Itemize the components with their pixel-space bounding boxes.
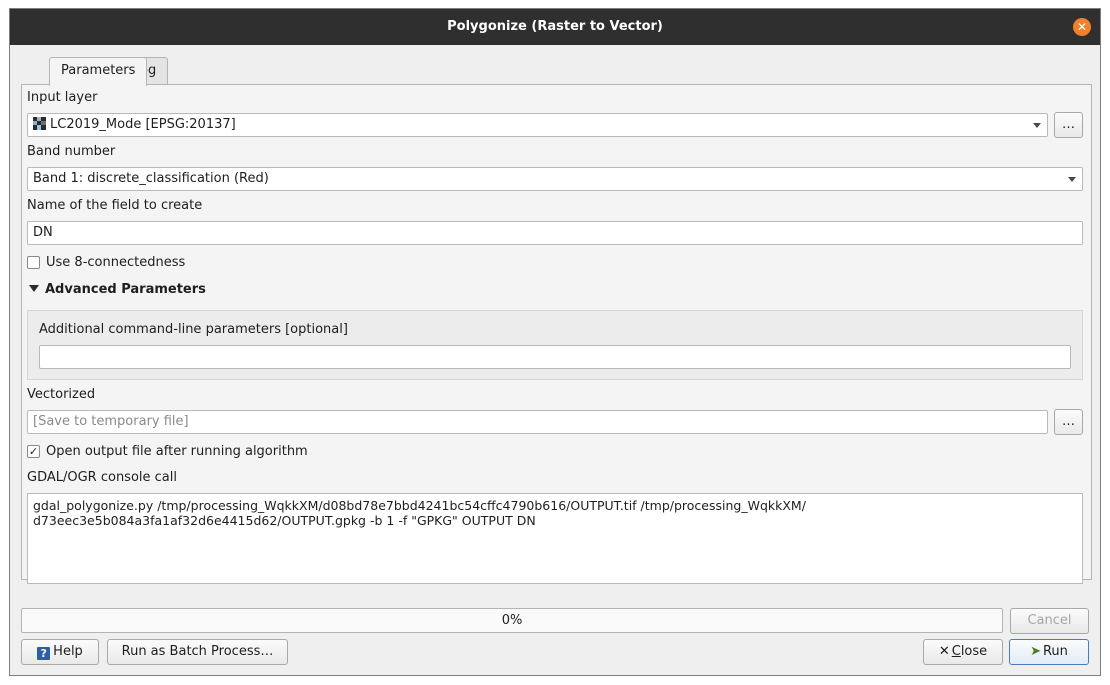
field-name-input[interactable]: DN (27, 221, 1083, 245)
tab-parameters[interactable]: Parameters (49, 57, 148, 86)
parameters-panel: Input layer LC2019_Mode [EPSG:20137] … B… (21, 84, 1092, 584)
vectorized-output-input[interactable]: [Save to temporary file] (27, 410, 1048, 434)
help-button-label: Help (53, 644, 83, 659)
console-call-textarea[interactable]: gdal_polygonize.py /tmp/processing_WqkkX… (27, 493, 1083, 584)
close-window-icon[interactable]: ✕ (1073, 18, 1091, 36)
triangle-down-icon (29, 285, 39, 292)
close-button-mnemonic: C (951, 644, 961, 659)
cancel-button[interactable]: Cancel (1010, 608, 1089, 634)
vectorized-browse-button[interactable]: … (1054, 409, 1083, 435)
advanced-parameters-toggle[interactable]: Advanced Parameters (29, 282, 206, 297)
window-title: Polygonize (Raster to Vector) (447, 19, 663, 34)
input-layer-label: Input layer (27, 90, 98, 105)
extra-params-input[interactable] (39, 345, 1071, 369)
open-output-checkbox[interactable]: ✓ (27, 445, 40, 458)
connectedness-checkbox[interactable] (27, 256, 40, 269)
progress-bar: 0% (21, 608, 1003, 633)
close-icon: ✕ (938, 644, 950, 659)
help-button[interactable]: ? Help (21, 639, 99, 665)
console-line-1: gdal_polygonize.py /tmp/processing_WqkkX… (33, 498, 806, 513)
run-icon: ➤ (1030, 644, 1041, 659)
dialog-window: Polygonize (Raster to Vector) ✕ Paramete… (9, 8, 1101, 676)
advanced-parameters-group: Additional command-line parameters [opti… (27, 310, 1083, 380)
input-layer-browse-button[interactable]: … (1054, 112, 1083, 138)
close-button[interactable]: ✕ Close (923, 639, 1003, 665)
input-layer-value: LC2019_Mode [EPSG:20137] (50, 117, 236, 132)
extra-params-label: Additional command-line parameters [opti… (39, 322, 348, 337)
title-bar: Polygonize (Raster to Vector) ✕ (10, 9, 1100, 45)
band-number-value: Band 1: discrete_classification (Red) (33, 171, 269, 186)
console-call-label: GDAL/OGR console call (27, 470, 177, 485)
help-icon: ? (37, 647, 51, 660)
open-output-label: Open output file after running algorithm (46, 444, 308, 459)
connectedness-label: Use 8-connectedness (46, 255, 186, 270)
close-button-label: lose (960, 644, 988, 659)
field-name-label: Name of the field to create (27, 198, 203, 213)
raster-layer-icon (33, 116, 46, 138)
console-line-2: d73eec3e5b084a3fa1af32d6e4415d62/OUTPUT.… (33, 513, 536, 528)
vectorized-label: Vectorized (27, 387, 96, 402)
chevron-down-icon (1068, 177, 1076, 182)
run-button-label: Run (1042, 644, 1068, 659)
batch-process-button[interactable]: Run as Batch Process… (107, 639, 288, 665)
run-button[interactable]: ➤ Run (1009, 639, 1089, 665)
input-layer-combo[interactable]: LC2019_Mode [EPSG:20137] (27, 113, 1048, 137)
chevron-down-icon (1033, 123, 1041, 128)
advanced-parameters-title: Advanced Parameters (45, 282, 206, 297)
band-number-label: Band number (27, 144, 116, 159)
band-number-combo[interactable]: Band 1: discrete_classification (Red) (27, 167, 1083, 191)
